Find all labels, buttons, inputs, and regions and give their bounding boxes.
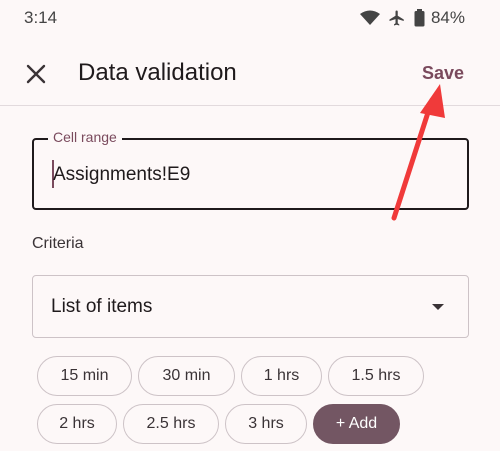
airplane-icon xyxy=(388,9,406,27)
item-chip[interactable]: 1 hrs xyxy=(241,356,322,396)
battery-icon xyxy=(414,9,425,27)
status-time: 3:14 xyxy=(24,8,58,27)
criteria-selected-value: List of items xyxy=(51,296,153,317)
page-title: Data validation xyxy=(78,59,237,86)
save-button[interactable]: Save xyxy=(422,63,464,84)
cell-range-field[interactable]: Cell range Assignments!E9 xyxy=(32,129,469,210)
screen: 3:14 84% Data validation Save Cell range xyxy=(0,0,500,451)
item-chip[interactable]: 15 min xyxy=(37,356,132,396)
wifi-icon xyxy=(359,10,380,26)
cell-range-label: Cell range xyxy=(48,129,122,145)
item-chip[interactable]: 2.5 hrs xyxy=(123,404,219,444)
status-icons: 84% xyxy=(359,8,465,28)
app-bar: Data validation Save xyxy=(0,36,500,106)
add-item-button[interactable]: + Add xyxy=(313,404,400,444)
close-button[interactable] xyxy=(24,62,48,86)
battery-percentage: 84% xyxy=(430,8,465,27)
status-bar: 3:14 84% xyxy=(0,0,500,36)
criteria-label: Criteria xyxy=(32,235,84,252)
criteria-dropdown[interactable]: List of items xyxy=(32,275,469,338)
close-icon xyxy=(26,64,46,84)
item-chip[interactable]: 30 min xyxy=(138,356,235,396)
item-chip[interactable]: 1.5 hrs xyxy=(328,356,424,396)
item-chip[interactable]: 3 hrs xyxy=(225,404,307,444)
item-chip[interactable]: 2 hrs xyxy=(37,404,117,444)
dropdown-arrow-icon xyxy=(432,304,444,310)
cell-range-input[interactable]: Assignments!E9 xyxy=(53,164,190,186)
